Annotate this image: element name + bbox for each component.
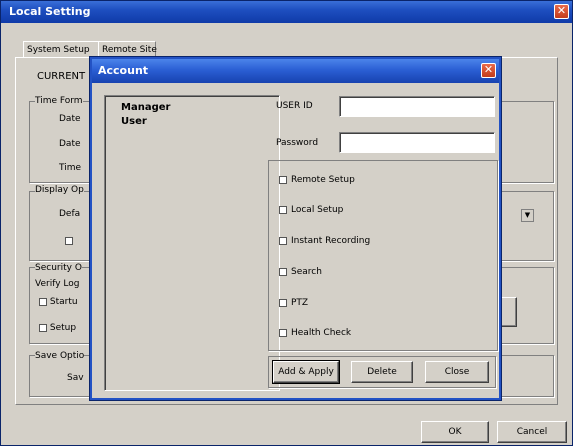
startup-label: Startu bbox=[49, 297, 78, 307]
window-titlebar[interactable]: Local Setting ✕ bbox=[1, 1, 572, 23]
date-label-1: Date bbox=[59, 114, 81, 124]
startup-checkbox[interactable] bbox=[39, 297, 47, 306]
security-setup-button[interactable] bbox=[501, 297, 517, 327]
user-list-item-user[interactable]: User bbox=[121, 116, 147, 127]
health-check-checkbox[interactable] bbox=[279, 328, 287, 337]
current-label: CURRENT bbox=[37, 71, 86, 82]
time-group-label: Time Form bbox=[35, 96, 83, 106]
permission-health-check[interactable]: Health Check bbox=[279, 328, 351, 338]
user-list-item-manager[interactable]: Manager bbox=[121, 102, 170, 113]
password-label: Password bbox=[276, 138, 319, 148]
date-label-2: Date bbox=[59, 139, 81, 149]
permission-label: Local Setup bbox=[291, 205, 344, 215]
verify-login-label: Verify Log bbox=[35, 279, 80, 289]
startup-option[interactable]: Startu bbox=[39, 297, 78, 307]
ptz-checkbox[interactable] bbox=[279, 298, 287, 307]
local-setup-checkbox[interactable] bbox=[279, 205, 287, 214]
save-label: Sav bbox=[67, 373, 84, 383]
tab-label: Remote Site bbox=[102, 45, 157, 55]
dialog-button-bar: Add & Apply Delete Close bbox=[268, 356, 496, 388]
ok-button[interactable]: OK bbox=[421, 421, 489, 443]
remote-setup-checkbox[interactable] bbox=[279, 175, 287, 184]
permission-search[interactable]: Search bbox=[279, 267, 322, 277]
search-checkbox[interactable] bbox=[279, 267, 287, 276]
account-dialog-title: Account bbox=[98, 64, 149, 77]
permission-ptz[interactable]: PTZ bbox=[279, 298, 308, 308]
user-id-field[interactable] bbox=[339, 96, 495, 117]
close-button[interactable]: Close bbox=[425, 361, 489, 383]
account-dialog: Account ✕ Manager User USER ID Password … bbox=[89, 56, 502, 401]
default-label: Defa bbox=[59, 209, 81, 219]
user-id-label: USER ID bbox=[276, 101, 313, 111]
permission-label: PTZ bbox=[291, 298, 309, 308]
account-dialog-titlebar[interactable]: Account ✕ bbox=[92, 59, 499, 83]
display-group-label: Display Op bbox=[35, 185, 84, 195]
close-icon[interactable]: ✕ bbox=[481, 63, 496, 78]
close-icon[interactable]: ✕ bbox=[554, 4, 569, 19]
permissions-group: Remote Setup Local Setup Instant Recordi… bbox=[268, 160, 498, 351]
permission-label: Health Check bbox=[291, 328, 352, 338]
save-group-label: Save Optio bbox=[35, 351, 85, 361]
add-apply-button[interactable]: Add & Apply bbox=[272, 360, 340, 384]
setup-option[interactable]: Setup bbox=[39, 323, 76, 333]
instant-recording-checkbox[interactable] bbox=[279, 236, 287, 245]
security-group-label: Security O bbox=[35, 263, 82, 273]
tab-remote-site[interactable]: Remote Site bbox=[98, 41, 157, 58]
tab-system-setup[interactable]: System Setup bbox=[23, 41, 102, 58]
permission-remote-setup[interactable]: Remote Setup bbox=[279, 175, 355, 185]
window-title: Local Setting bbox=[9, 5, 91, 18]
setup-label: Setup bbox=[49, 323, 77, 333]
permission-local-setup[interactable]: Local Setup bbox=[279, 205, 343, 215]
setup-checkbox[interactable] bbox=[39, 323, 47, 332]
password-field[interactable] bbox=[339, 132, 495, 153]
time-label: Time bbox=[59, 163, 82, 173]
permission-label: Remote Setup bbox=[291, 175, 355, 185]
tab-label: System Setup bbox=[27, 45, 90, 55]
permission-label: Search bbox=[291, 267, 322, 277]
user-list[interactable]: Manager User bbox=[104, 95, 280, 391]
permission-label: Instant Recording bbox=[291, 236, 371, 246]
display-checkbox[interactable] bbox=[65, 237, 73, 245]
cancel-button[interactable]: Cancel bbox=[497, 421, 567, 443]
chevron-down-icon[interactable]: ▼ bbox=[521, 209, 534, 222]
delete-button[interactable]: Delete bbox=[351, 361, 413, 383]
permission-instant-recording[interactable]: Instant Recording bbox=[279, 236, 370, 246]
